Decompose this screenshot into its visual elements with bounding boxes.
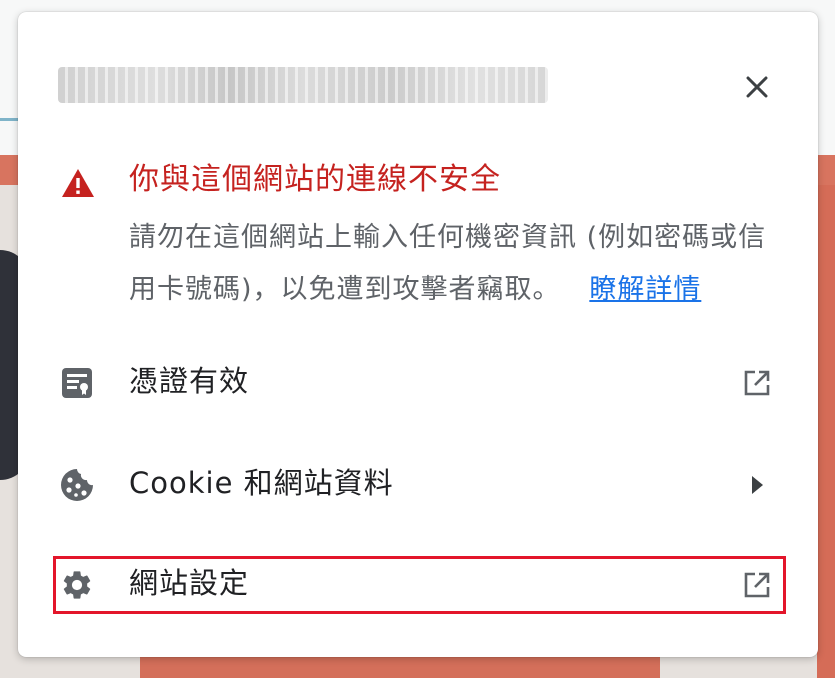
certificate-icon — [60, 366, 94, 400]
learn-more-link[interactable]: 瞭解詳情 — [589, 274, 701, 305]
background-shape-right — [817, 185, 835, 678]
open-in-new-icon — [740, 568, 774, 602]
cookie-icon — [60, 468, 94, 502]
site-settings-row[interactable]: 網站設定 — [18, 549, 818, 619]
cookies-row[interactable]: Cookie 和網站資料 — [18, 449, 818, 519]
open-in-new-icon — [740, 366, 774, 400]
connection-warning-title: 你與這個網站的連線不安全 — [129, 162, 501, 197]
certificate-label: 憑證有效 — [129, 364, 250, 398]
certificate-row[interactable]: 憑證有效 — [18, 347, 818, 417]
close-button[interactable] — [740, 70, 774, 104]
site-settings-label: 網站設定 — [129, 566, 250, 600]
cookies-label: Cookie 和網站資料 — [129, 466, 394, 500]
gear-icon — [60, 568, 94, 602]
close-icon — [746, 76, 768, 98]
site-info-popup: 你與這個網站的連線不安全 請勿在這個網站上輸入任何機密資訊 (例如密碼或信用卡號… — [18, 12, 818, 657]
arrow-right-icon — [740, 468, 774, 502]
connection-warning-body: 請勿在這個網站上輸入任何機密資訊 (例如密碼或信用卡號碼)，以免遭到攻擊者竊取。… — [129, 212, 789, 316]
warning-triangle-icon — [62, 169, 94, 197]
site-url-blurred — [58, 67, 548, 103]
